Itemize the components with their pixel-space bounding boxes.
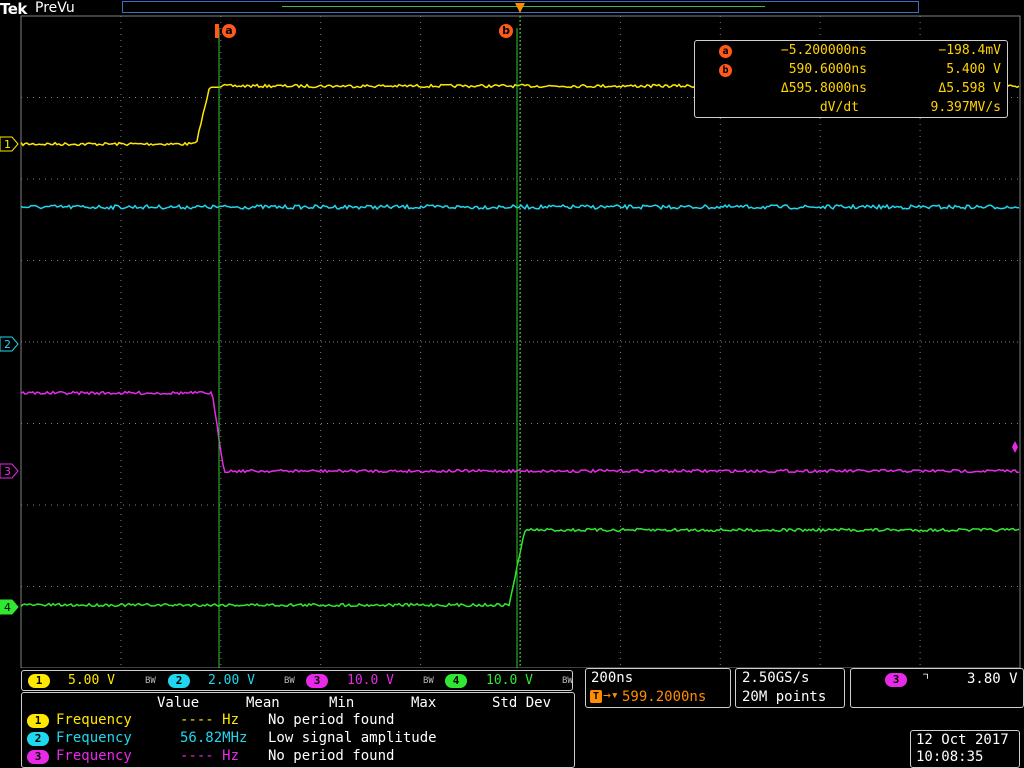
horizontal-scale: 200ns xyxy=(591,670,634,686)
svg-text:3: 3 xyxy=(4,465,11,478)
meas1-value: ---- Hz xyxy=(180,712,240,728)
meas3-value: ---- Hz xyxy=(180,748,240,764)
ch2-marker[interactable]: 2 xyxy=(0,336,19,352)
cursor-a-value: −198.4mV xyxy=(938,43,1001,58)
trigger-position-value: 599.2000ns xyxy=(622,689,707,705)
meas3-name: Frequency xyxy=(56,748,132,764)
cursor-b-time: 590.6000ns xyxy=(788,62,867,77)
ch1-bw-icon: BW xyxy=(145,676,156,686)
ch2-button[interactable]: 2 xyxy=(168,674,190,688)
meas1-name: Frequency xyxy=(56,712,132,728)
col-min: Min xyxy=(329,695,355,711)
date: 12 Oct 2017 xyxy=(916,732,1009,748)
trigger-position-marker[interactable] xyxy=(515,3,525,13)
cursor-a-flag-icon xyxy=(215,24,219,38)
trigger-panel[interactable]: 3 ⌝ 3.80 V xyxy=(850,668,1024,708)
acquisition-panel[interactable]: 2.50GS/s 20M points xyxy=(735,668,845,708)
record-length: 20M points xyxy=(742,689,827,705)
cursor-b-badge: b xyxy=(719,64,732,77)
table-row[interactable]: 2 Frequency 56.82MHz Low signal amplitud… xyxy=(22,730,574,748)
rate-value: 9.397MV/s xyxy=(930,100,1001,115)
measurement-table: Value Mean Min Max Std Dev 1 Frequency -… xyxy=(21,692,575,768)
col-max: Max xyxy=(411,695,437,711)
trigger-arrow-icon: →▾ xyxy=(603,688,619,703)
meas1-badge: 1 xyxy=(27,714,49,728)
datetime-panel: 12 Oct 2017 10:08:35 xyxy=(910,730,1020,768)
col-mean: Mean xyxy=(246,695,280,711)
ch2-scale[interactable]: 2.00 V xyxy=(208,673,255,688)
ch1-button[interactable]: 1 xyxy=(28,674,50,688)
oscilloscope-screen: Tek PreVu 1 2 3 4 a b a −5.200000ns −198… xyxy=(0,0,1024,768)
col-value: Value xyxy=(157,695,200,711)
meas3-badge: 3 xyxy=(27,750,49,764)
table-row[interactable]: 3 Frequency ---- Hz No period found xyxy=(22,748,574,766)
cursor-a-badge: a xyxy=(719,45,732,58)
ch4-button[interactable]: 4 xyxy=(445,674,467,688)
timebase-panel[interactable]: 200ns T →▾ 599.2000ns xyxy=(585,668,731,708)
falling-edge-icon: ⌝ xyxy=(921,670,931,688)
ch3-marker[interactable]: 3 xyxy=(0,463,19,479)
sample-rate: 2.50GS/s xyxy=(742,670,810,686)
meas2-name: Frequency xyxy=(56,730,132,746)
cursor-b-value: 5.400 V xyxy=(946,62,1001,77)
ch3-bw-icon: BW xyxy=(423,676,434,686)
ch3-scale[interactable]: 10.0 V xyxy=(347,673,394,688)
delta-time: Δ595.8000ns xyxy=(780,81,867,96)
cursor-a-time: −5.200000ns xyxy=(780,43,867,58)
delta-value: Δ5.598 V xyxy=(938,81,1001,96)
ch4-bw-icon: BW xyxy=(562,676,573,686)
meas3-message: No period found xyxy=(268,748,395,764)
meas2-value: 56.82MHz xyxy=(180,730,248,746)
ch2-bw-icon: BW xyxy=(284,676,295,686)
svg-text:1: 1 xyxy=(4,138,11,151)
meas2-message: Low signal amplitude xyxy=(268,730,437,746)
cursor-b-handle[interactable]: b xyxy=(499,24,513,38)
trigger-t-icon: T xyxy=(590,690,602,703)
svg-text:4: 4 xyxy=(4,601,11,614)
rate-label: dV/dt xyxy=(819,100,859,115)
cursor-a-handle[interactable]: a xyxy=(222,24,236,38)
meas2-badge: 2 xyxy=(27,732,49,746)
col-std-dev: Std Dev xyxy=(492,695,552,711)
svg-text:2: 2 xyxy=(4,338,11,351)
trigger-level: 3.80 V xyxy=(967,671,1018,687)
time: 10:08:35 xyxy=(916,749,984,765)
ch3-button[interactable]: 3 xyxy=(306,674,328,688)
ch4-marker[interactable]: 4 xyxy=(0,599,19,615)
trigger-level-marker[interactable] xyxy=(1012,441,1018,453)
ch1-scale[interactable]: 5.00 V xyxy=(68,673,115,688)
ch1-marker[interactable]: 1 xyxy=(0,136,19,152)
cursor-readout-panel: a −5.200000ns −198.4mV b 590.6000ns 5.40… xyxy=(694,40,1008,118)
table-row[interactable]: 1 Frequency ---- Hz No period found xyxy=(22,712,574,730)
channel-scale-bar: 1 5.00 V BW 2 2.00 V BW 3 10.0 V BW 4 10… xyxy=(21,670,573,691)
meas1-message: No period found xyxy=(268,712,395,728)
ch4-scale[interactable]: 10.0 V xyxy=(486,673,533,688)
trigger-source-badge: 3 xyxy=(885,673,907,687)
